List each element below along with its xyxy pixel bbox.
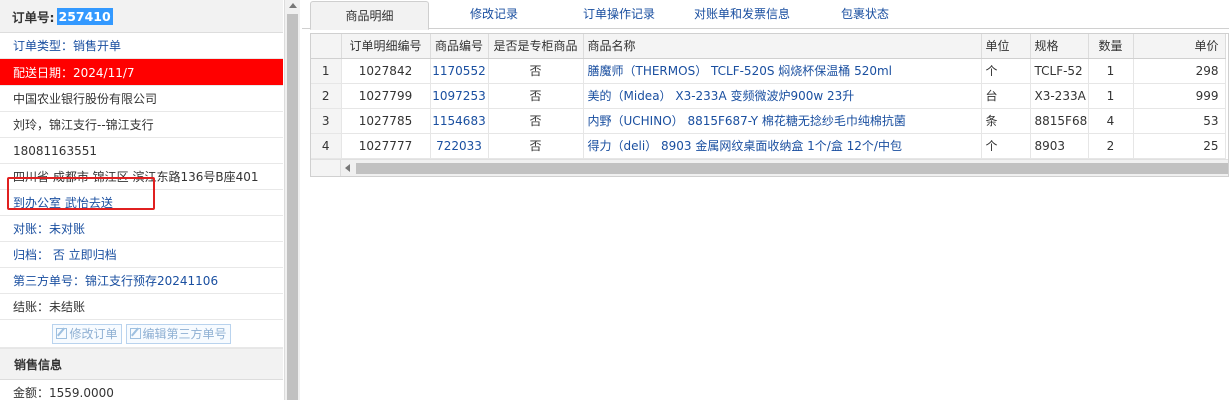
- table-header-row: 订单明细编号 商品编号 是否是专柜商品 商品名称 单位 规格 数量 单价: [311, 34, 1226, 59]
- order-number-label: 订单号:: [12, 9, 55, 25]
- product-name-link[interactable]: 得力（deli） 8903 金属网纹桌面收纳盒 1个/盒 12个/中包: [583, 133, 982, 159]
- counter-cell: 否: [488, 133, 584, 159]
- detail-tabs: 商品明细 修改记录 订单操作记录 对账单和发票信息 包裹状态: [302, 0, 1229, 30]
- table-row[interactable]: 4 1027777 722033 否 得力（deli） 8903 金属网纹桌面收…: [311, 133, 1226, 159]
- horizontal-scrollbar-thumb[interactable]: [356, 163, 1228, 174]
- customer-address: 四川省 成都市 锦江区 滨江东路136号B座401: [0, 164, 283, 190]
- detail-id-cell: 1027785: [341, 108, 431, 134]
- customer-phone: 18081163551: [0, 138, 283, 164]
- header-product-id[interactable]: 商品编号: [430, 34, 489, 59]
- horizontal-scrollbar[interactable]: [311, 159, 1228, 176]
- detail-id-cell: 1027777: [341, 133, 431, 159]
- quantity-cell: 2: [1088, 133, 1134, 159]
- quantity-cell: 1: [1088, 58, 1134, 84]
- price-cell: 25: [1133, 133, 1226, 159]
- header-quantity[interactable]: 数量: [1088, 34, 1134, 59]
- header-unit-price[interactable]: 单价: [1133, 34, 1226, 59]
- row-number: 2: [311, 83, 342, 109]
- product-id-link[interactable]: 1154683: [430, 108, 489, 134]
- unit-cell: 个: [981, 58, 1031, 84]
- row-number: 1: [311, 58, 342, 84]
- order-info-content: 订单号: 257410 订单类型：销售开单 配送日期：2024/11/7 中国农…: [0, 0, 283, 400]
- order-number-value[interactable]: 257410: [56, 7, 113, 25]
- counter-cell: 否: [488, 108, 584, 134]
- spec-cell: TCLF-52: [1030, 58, 1089, 84]
- delivery-note: 到办公室 武怡去送: [0, 190, 283, 216]
- product-id-link[interactable]: 1170552: [430, 58, 489, 84]
- order-number-header: 订单号: 257410: [0, 0, 283, 33]
- header-spec[interactable]: 规格: [1030, 34, 1089, 59]
- tab-reconciliation-invoice[interactable]: 对账单和发票信息: [683, 0, 801, 29]
- action-buttons: 修改订单 编辑第三方单号: [0, 320, 283, 348]
- tab-package-status[interactable]: 包裹状态: [806, 0, 924, 29]
- header-detail-id[interactable]: 订单明细编号: [341, 34, 431, 59]
- header-unit[interactable]: 单位: [981, 34, 1031, 59]
- quantity-cell: 4: [1088, 108, 1134, 134]
- unit-cell: 台: [981, 83, 1031, 109]
- tab-modification-log[interactable]: 修改记录: [435, 0, 553, 29]
- table-row[interactable]: 2 1027799 1097253 否 美的（Midea） X3-233A 变频…: [311, 83, 1226, 109]
- spec-cell: 8815F68: [1030, 108, 1089, 134]
- tab-product-details[interactable]: 商品明细: [310, 1, 429, 30]
- scrollbar-thumb[interactable]: [287, 14, 298, 400]
- counter-cell: 否: [488, 83, 584, 109]
- detail-id-cell: 1027799: [341, 83, 431, 109]
- quantity-cell: 1: [1088, 83, 1134, 109]
- order-type: 订单类型：销售开单: [0, 33, 283, 59]
- price-cell: 298: [1133, 58, 1226, 84]
- tab-operation-log[interactable]: 订单操作记录: [560, 0, 678, 29]
- row-number: 3: [311, 108, 342, 134]
- order-detail-panel: 商品明细 修改记录 订单操作记录 对账单和发票信息 包裹状态 订单明细编号 商品…: [302, 0, 1229, 400]
- header-product-name[interactable]: 商品名称: [583, 34, 982, 59]
- customer-company: 中国农业银行股份有限公司: [0, 86, 283, 112]
- product-id-link[interactable]: 722033: [430, 133, 489, 159]
- settlement-status: 结账：未结账: [0, 294, 283, 320]
- scroll-left-icon[interactable]: [345, 164, 350, 172]
- edit-third-party-button[interactable]: 编辑第三方单号: [125, 323, 231, 344]
- unit-cell: 条: [981, 108, 1031, 134]
- sales-amount: 金额：1559.0000: [0, 380, 283, 400]
- delivery-date: 配送日期：2024/11/7: [0, 59, 283, 86]
- table-row[interactable]: 3 1027785 1154683 否 内野（UCHINO） 8815F687-…: [311, 108, 1226, 134]
- third-party-number: 第三方单号：锦江支行预存20241106: [0, 268, 283, 294]
- reconciliation-status: 对账：未对账: [0, 216, 283, 242]
- archive-status[interactable]: 归档： 否 立即归档: [0, 242, 283, 268]
- product-name-link[interactable]: 膳魔师（THERMOS） TCLF-520S 焖烧杯保温桶 520ml: [583, 58, 982, 84]
- spec-cell: X3-233A: [1030, 83, 1089, 109]
- price-cell: 53: [1133, 108, 1226, 134]
- customer-contact: 刘玲，锦江支行--锦江支行: [0, 112, 283, 138]
- scrollbar-corner: [311, 160, 341, 176]
- unit-cell: 个: [981, 133, 1031, 159]
- sales-info-header: 销售信息: [0, 348, 283, 380]
- header-counter-product[interactable]: 是否是专柜商品: [488, 34, 584, 59]
- detail-id-cell: 1027842: [341, 58, 431, 84]
- counter-cell: 否: [488, 58, 584, 84]
- table-row[interactable]: 1 1027842 1170552 否 膳魔师（THERMOS） TCLF-52…: [311, 58, 1226, 84]
- edit-order-button[interactable]: 修改订单: [52, 323, 122, 344]
- edit-icon: [129, 328, 141, 339]
- left-panel-scrollbar[interactable]: [284, 0, 300, 400]
- row-number: 4: [311, 133, 342, 159]
- product-name-link[interactable]: 内野（UCHINO） 8815F687-Y 棉花糖无捻纱毛巾纯棉抗菌: [583, 108, 982, 134]
- product-detail-grid: 订单明细编号 商品编号 是否是专柜商品 商品名称 单位 规格 数量 单价 1 1…: [310, 33, 1229, 177]
- product-name-link[interactable]: 美的（Midea） X3-233A 变频微波炉900w 23升: [583, 83, 982, 109]
- price-cell: 999: [1133, 83, 1226, 109]
- product-id-link[interactable]: 1097253: [430, 83, 489, 109]
- spec-cell: 8903: [1030, 133, 1089, 159]
- edit-icon: [56, 328, 68, 339]
- header-row-number: [311, 34, 342, 59]
- scroll-up-icon[interactable]: [289, 3, 297, 8]
- order-info-panel: 订单号: 257410 订单类型：销售开单 配送日期：2024/11/7 中国农…: [0, 0, 300, 400]
- product-table: 订单明细编号 商品编号 是否是专柜商品 商品名称 单位 规格 数量 单价 1 1…: [311, 34, 1226, 159]
